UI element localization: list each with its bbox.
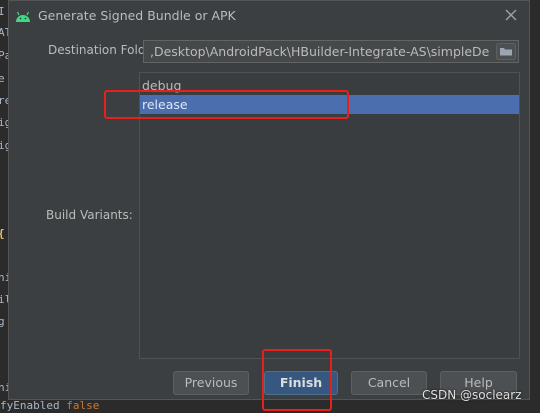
code-fragment: g xyxy=(0,315,5,328)
dialog-title: Generate Signed Bundle or APK xyxy=(38,8,236,23)
android-icon xyxy=(16,11,30,22)
watermark: CSDN @soclearz xyxy=(422,388,522,402)
destination-folder-value[interactable]: ,Desktop\AndroidPack\HBuilder-Integrate-… xyxy=(150,44,490,59)
variant-item-release[interactable]: release xyxy=(140,95,519,114)
finish-button[interactable]: Finish xyxy=(264,371,338,395)
code-token: fyEnabled xyxy=(0,399,60,412)
destination-folder-field[interactable]: ,Desktop\AndroidPack\HBuilder-Integrate-… xyxy=(143,40,519,63)
code-fragment: { xyxy=(0,227,5,240)
folder-icon[interactable] xyxy=(496,43,516,60)
generate-signed-bundle-dialog: Generate Signed Bundle or APK Destinatio… xyxy=(8,0,530,400)
code-keyword: false xyxy=(66,399,100,412)
cancel-button[interactable]: Cancel xyxy=(351,371,427,395)
previous-button[interactable]: Previous xyxy=(173,371,249,395)
code-line: fyEnabled false xyxy=(0,399,99,412)
code-fragment: e xyxy=(0,72,5,85)
variant-item-debug[interactable]: debug xyxy=(140,76,519,95)
close-icon[interactable] xyxy=(501,5,521,25)
build-variants-list[interactable]: debug release xyxy=(139,72,520,359)
build-variants-label: Build Variants: xyxy=(46,208,133,222)
dialog-titlebar: Generate Signed Bundle or APK xyxy=(9,1,529,31)
code-fragment: I xyxy=(0,5,5,18)
